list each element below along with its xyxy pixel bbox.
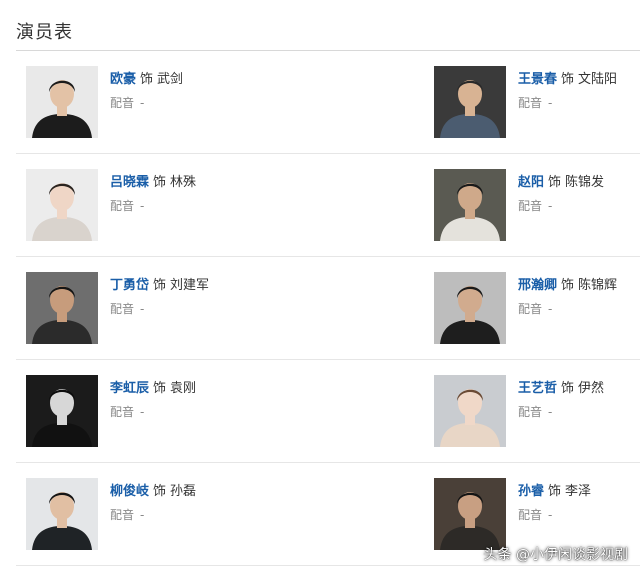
actor-photo[interactable] bbox=[434, 478, 506, 550]
actor-name-link[interactable]: 欧豪 bbox=[110, 72, 136, 87]
dubbing-line: 配音 - bbox=[518, 94, 552, 111]
dubbing-label: 配音 bbox=[518, 405, 543, 419]
cast-grid: 欧豪饰武剑 配音 - 王景春饰文陆阳 配音 - 吕晓霖饰林殊 配音 - 赵阳饰陈锦发 配音 - 丁勇岱饰… bbox=[16, 51, 640, 566]
dubbing-line: 配音 - bbox=[518, 403, 552, 420]
role-name: 刘建军 bbox=[170, 278, 210, 293]
actor-name-link[interactable]: 柳俊岐 bbox=[110, 484, 149, 499]
dubbing-line: 配音 - bbox=[518, 197, 552, 214]
dubbing-line: 配音 - bbox=[110, 300, 144, 317]
actor-photo[interactable] bbox=[434, 169, 506, 241]
dubbing-label: 配音 bbox=[518, 96, 543, 110]
connector-text: 饰 bbox=[153, 278, 167, 293]
dubbing-value: - bbox=[548, 96, 553, 110]
cast-name-line: 欧豪饰武剑 bbox=[110, 68, 183, 87]
role-name: 李泽 bbox=[565, 484, 592, 499]
dubbing-line: 配音 - bbox=[110, 94, 144, 111]
connector-text: 饰 bbox=[561, 278, 575, 293]
cast-name-line: 孙睿饰李泽 bbox=[518, 480, 591, 499]
actor-photo[interactable] bbox=[434, 375, 506, 447]
cast-name-line: 李虹辰饰袁刚 bbox=[110, 377, 196, 396]
watermark: 头条 @小伊闲谈影视剧 bbox=[483, 547, 628, 563]
connector-text: 饰 bbox=[153, 484, 167, 499]
dubbing-value: - bbox=[140, 96, 145, 110]
dubbing-value: - bbox=[140, 508, 145, 522]
actor-photo[interactable] bbox=[434, 272, 506, 344]
cast-name-line: 邢瀚卿饰陈锦辉 bbox=[518, 274, 617, 293]
cast-name-line: 柳俊岐饰孙磊 bbox=[110, 480, 196, 499]
cast-row: 丁勇岱饰刘建军 配音 - 邢瀚卿饰陈锦辉 配音 - bbox=[16, 257, 640, 360]
connector-text: 饰 bbox=[561, 72, 575, 87]
dubbing-line: 配音 - bbox=[110, 403, 144, 420]
dubbing-value: - bbox=[548, 405, 553, 419]
page-title: 演员表 bbox=[16, 22, 73, 43]
connector-text: 饰 bbox=[548, 484, 562, 499]
dubbing-value: - bbox=[548, 508, 553, 522]
role-name: 武剑 bbox=[157, 72, 184, 87]
actor-photo[interactable] bbox=[26, 272, 98, 344]
actor-photo[interactable] bbox=[26, 478, 98, 550]
connector-text: 饰 bbox=[548, 175, 562, 190]
dubbing-value: - bbox=[548, 302, 553, 316]
connector-text: 饰 bbox=[561, 381, 575, 396]
actor-name-link[interactable]: 李虹辰 bbox=[110, 381, 149, 396]
actor-photo[interactable] bbox=[434, 66, 506, 138]
connector-text: 饰 bbox=[153, 175, 167, 190]
dubbing-line: 配音 - bbox=[110, 506, 144, 523]
role-name: 孙磊 bbox=[170, 484, 197, 499]
dubbing-label: 配音 bbox=[518, 199, 543, 213]
actor-name-link[interactable]: 丁勇岱 bbox=[110, 278, 149, 293]
cast-name-line: 赵阳饰陈锦发 bbox=[518, 171, 604, 190]
role-name: 陈锦辉 bbox=[578, 278, 618, 293]
actor-name-link[interactable]: 赵阳 bbox=[518, 175, 544, 190]
dubbing-line: 配音 - bbox=[518, 506, 552, 523]
cast-row: 李虹辰饰袁刚 配音 - 王艺哲饰伊然 配音 - bbox=[16, 360, 640, 463]
dubbing-value: - bbox=[140, 199, 145, 213]
cast-name-line: 王景春饰文陆阳 bbox=[518, 68, 617, 87]
role-name: 文陆阳 bbox=[578, 72, 618, 87]
dubbing-line: 配音 - bbox=[110, 197, 144, 214]
dubbing-value: - bbox=[548, 199, 553, 213]
cast-name-line: 吕晓霖饰林殊 bbox=[110, 171, 196, 190]
connector-text: 饰 bbox=[140, 72, 154, 87]
dubbing-line: 配音 - bbox=[518, 300, 552, 317]
dubbing-label: 配音 bbox=[110, 405, 135, 419]
actor-name-link[interactable]: 吕晓霖 bbox=[110, 175, 149, 190]
role-name: 袁刚 bbox=[170, 381, 197, 396]
actor-photo[interactable] bbox=[26, 169, 98, 241]
role-name: 陈锦发 bbox=[565, 175, 605, 190]
actor-name-link[interactable]: 邢瀚卿 bbox=[518, 278, 557, 293]
dubbing-label: 配音 bbox=[110, 96, 135, 110]
connector-text: 饰 bbox=[153, 381, 167, 396]
dubbing-value: - bbox=[140, 405, 145, 419]
actor-photo[interactable] bbox=[26, 66, 98, 138]
cast-row: 吕晓霖饰林殊 配音 - 赵阳饰陈锦发 配音 - bbox=[16, 154, 640, 257]
dubbing-label: 配音 bbox=[518, 302, 543, 316]
actor-photo[interactable] bbox=[26, 375, 98, 447]
actor-name-link[interactable]: 王景春 bbox=[518, 72, 557, 87]
cast-row: 欧豪饰武剑 配音 - 王景春饰文陆阳 配音 - bbox=[16, 51, 640, 154]
actor-name-link[interactable]: 王艺哲 bbox=[518, 381, 557, 396]
cast-name-line: 王艺哲饰伊然 bbox=[518, 377, 604, 396]
dubbing-value: - bbox=[140, 302, 145, 316]
actor-name-link[interactable]: 孙睿 bbox=[518, 484, 544, 499]
dubbing-label: 配音 bbox=[110, 302, 135, 316]
cast-name-line: 丁勇岱饰刘建军 bbox=[110, 274, 209, 293]
role-name: 伊然 bbox=[578, 381, 605, 396]
dubbing-label: 配音 bbox=[518, 508, 543, 522]
role-name: 林殊 bbox=[170, 175, 197, 190]
dubbing-label: 配音 bbox=[110, 199, 135, 213]
dubbing-label: 配音 bbox=[110, 508, 135, 522]
